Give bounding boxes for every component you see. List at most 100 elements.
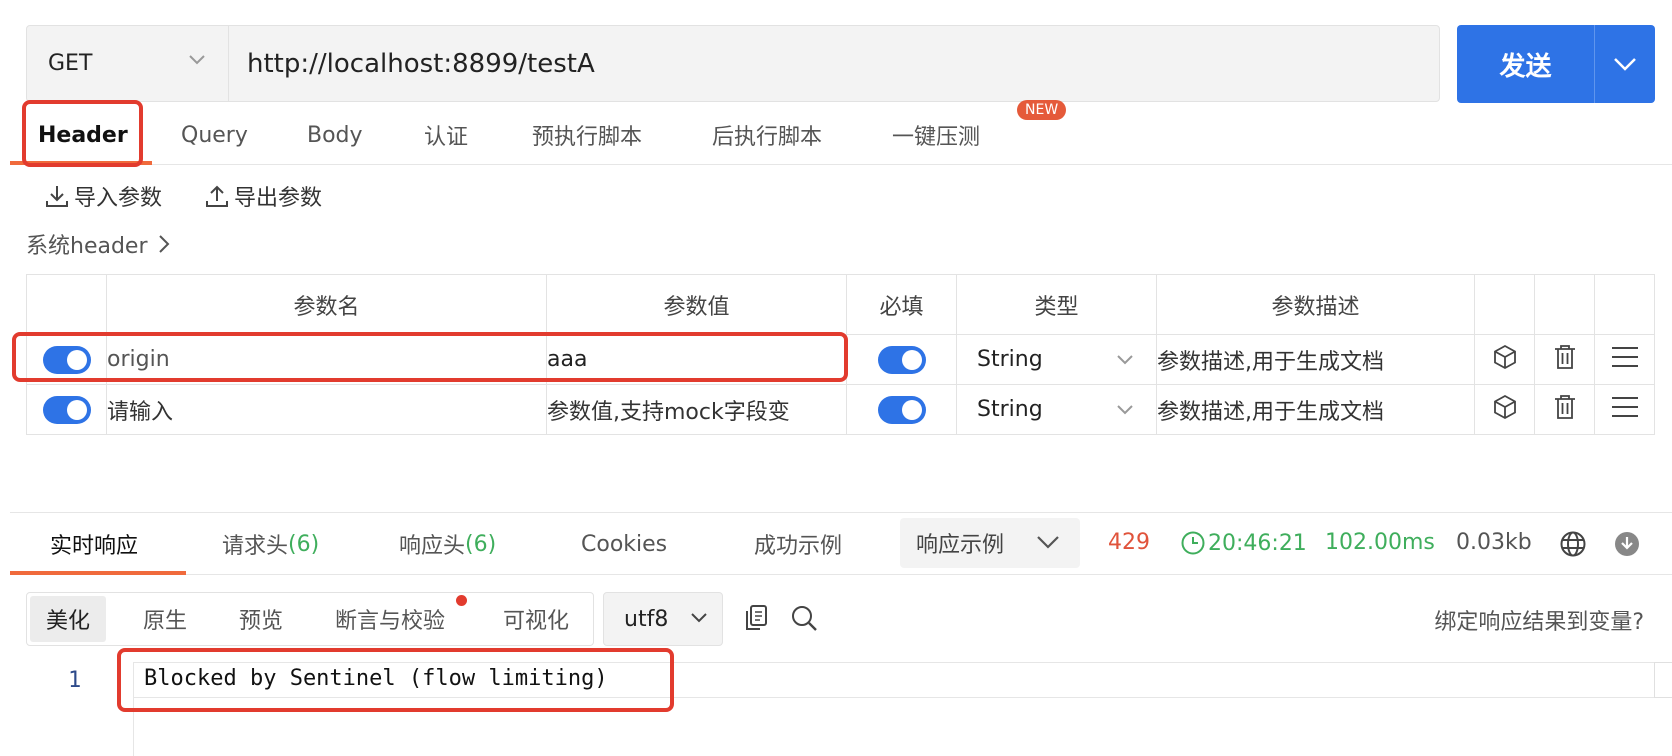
chevron-down-icon [1117,404,1133,414]
table-header-row: 参数名 参数值 必填 类型 参数描述 [26,274,1655,335]
view-visualize[interactable]: 可视化 [503,593,569,645]
download-response-icon[interactable] [1614,531,1640,561]
col-enable [26,274,107,335]
table-row: origin aaa String 参数描述,用于生成文档 [26,334,1655,385]
row-enable-cell [26,384,107,435]
table-row: 请输入 参数值,支持mock字段变 String 参数描述,用于生成文档 [26,384,1655,435]
menu-icon [1611,396,1638,417]
export-params-button[interactable]: 导出参数 [204,180,322,212]
type-label: String [977,347,1043,372]
param-value-input[interactable]: aaa [546,334,847,385]
required-cell [846,334,957,385]
response-time-label: 20:46:21 [1208,530,1307,556]
response-size: 0.03kb [1456,530,1532,555]
chevron-down-icon [691,613,707,623]
required-toggle[interactable] [877,395,926,424]
type-label: String [977,397,1043,422]
required-cell [846,384,957,435]
line-number: 1 [68,668,82,693]
param-desc-input[interactable]: 参数描述,用于生成文档 [1156,334,1475,385]
response-example-label: 响应示例 [916,533,1005,558]
response-time: 20:46:21 [1180,530,1307,556]
chevron-down-icon [189,55,205,65]
param-value-input[interactable]: 参数值,支持mock字段变 [546,384,847,435]
col-required: 必填 [846,274,957,335]
mock-button[interactable] [1474,384,1535,435]
col-description: 参数描述 [1156,274,1475,335]
view-mode-group: 美化 原生 预览 断言与校验 可视化 [26,592,594,646]
send-button[interactable]: 发送 [1457,25,1594,103]
menu-icon [1611,346,1638,367]
request-headers-label: 请求头 [222,534,289,559]
delete-row-button[interactable] [1534,334,1595,385]
url-bar: GET http://localhost:8899/testA [26,25,1440,102]
param-desc-input[interactable]: 参数描述,用于生成文档 [1156,384,1475,435]
response-headers-label: 响应头 [399,534,466,559]
col-param-value: 参数值 [546,274,847,335]
active-tab-indicator [10,161,152,165]
drag-handle[interactable] [1594,384,1655,435]
notification-dot [456,595,467,606]
tab-cookies[interactable]: Cookies [581,513,667,575]
import-params-button[interactable]: 导入参数 [44,180,162,212]
method-label: GET [48,51,93,76]
download-icon [46,186,68,207]
tab-success-example[interactable]: 成功示例 [754,513,842,575]
tab-query[interactable]: Query [181,105,248,165]
row-enable-toggle[interactable] [42,345,91,374]
params-table: 参数名 参数值 必填 类型 参数描述 origin aaa String 参数描… [26,274,1655,435]
cube-icon [1493,394,1516,419]
method-select[interactable]: GET [27,26,229,101]
delete-row-button[interactable] [1534,384,1595,435]
param-name-input[interactable]: origin [106,334,547,385]
search-icon[interactable] [790,604,818,636]
tab-header[interactable]: Header [38,105,128,165]
export-params-label: 导出参数 [234,186,323,211]
chevron-down-icon [1117,354,1133,364]
tab-auth[interactable]: 认证 [424,105,468,165]
editor-scrollbar[interactable] [1654,662,1672,698]
view-preview[interactable]: 预览 [239,593,283,645]
col-param-name: 参数名 [106,274,547,335]
active-tab-indicator [10,571,186,575]
tab-response-headers[interactable]: 响应头 (6) [399,513,496,575]
request-tabs: Header Query Body 认证 预执行脚本 后执行脚本 一键压测 [10,105,1672,165]
view-assertions[interactable]: 断言与校验 [335,593,445,645]
row-enable-cell [26,334,107,385]
url-input[interactable]: http://localhost:8899/testA [247,26,595,101]
response-example-select[interactable]: 响应示例 [900,518,1080,568]
param-name-input[interactable]: 请输入 [106,384,547,435]
tab-request-headers[interactable]: 请求头 (6) [222,513,319,575]
tab-realtime-response[interactable]: 实时响应 [50,513,138,575]
col-action-3 [1594,274,1655,335]
mock-button[interactable] [1474,334,1535,385]
response-headers-count: (6) [465,531,497,557]
tab-body[interactable]: Body [307,105,363,165]
tab-load-test[interactable]: 一键压测 [892,105,980,165]
send-dropdown-button[interactable] [1595,25,1655,103]
cube-icon [1493,344,1516,369]
type-select[interactable]: String [956,334,1157,385]
row-enable-toggle[interactable] [42,395,91,424]
status-code: 429 [1108,530,1150,555]
encoding-select[interactable]: utf8 [603,592,723,646]
bind-response-to-variable-link[interactable]: 绑定响应结果到变量? [1434,604,1644,636]
type-select[interactable]: String [956,384,1157,435]
view-pretty[interactable]: 美化 [30,596,107,642]
col-action-2 [1534,274,1595,335]
response-body-editor[interactable]: 1 Blocked by Sentinel (flow limiting) [10,662,1672,756]
tab-post-script[interactable]: 后执行脚本 [712,105,822,165]
col-action-1 [1474,274,1535,335]
request-headers-count: (6) [288,531,320,557]
drag-handle[interactable] [1594,334,1655,385]
upload-icon [206,185,228,207]
trash-icon [1554,344,1575,369]
copy-icon[interactable] [743,604,769,636]
tab-pre-script[interactable]: 预执行脚本 [532,105,642,165]
col-type: 类型 [956,274,1157,335]
required-toggle[interactable] [877,345,926,374]
globe-icon[interactable] [1559,530,1587,562]
system-header-toggle[interactable]: 系统header [26,228,170,260]
chevron-right-icon [158,235,169,253]
view-raw[interactable]: 原生 [143,593,187,645]
